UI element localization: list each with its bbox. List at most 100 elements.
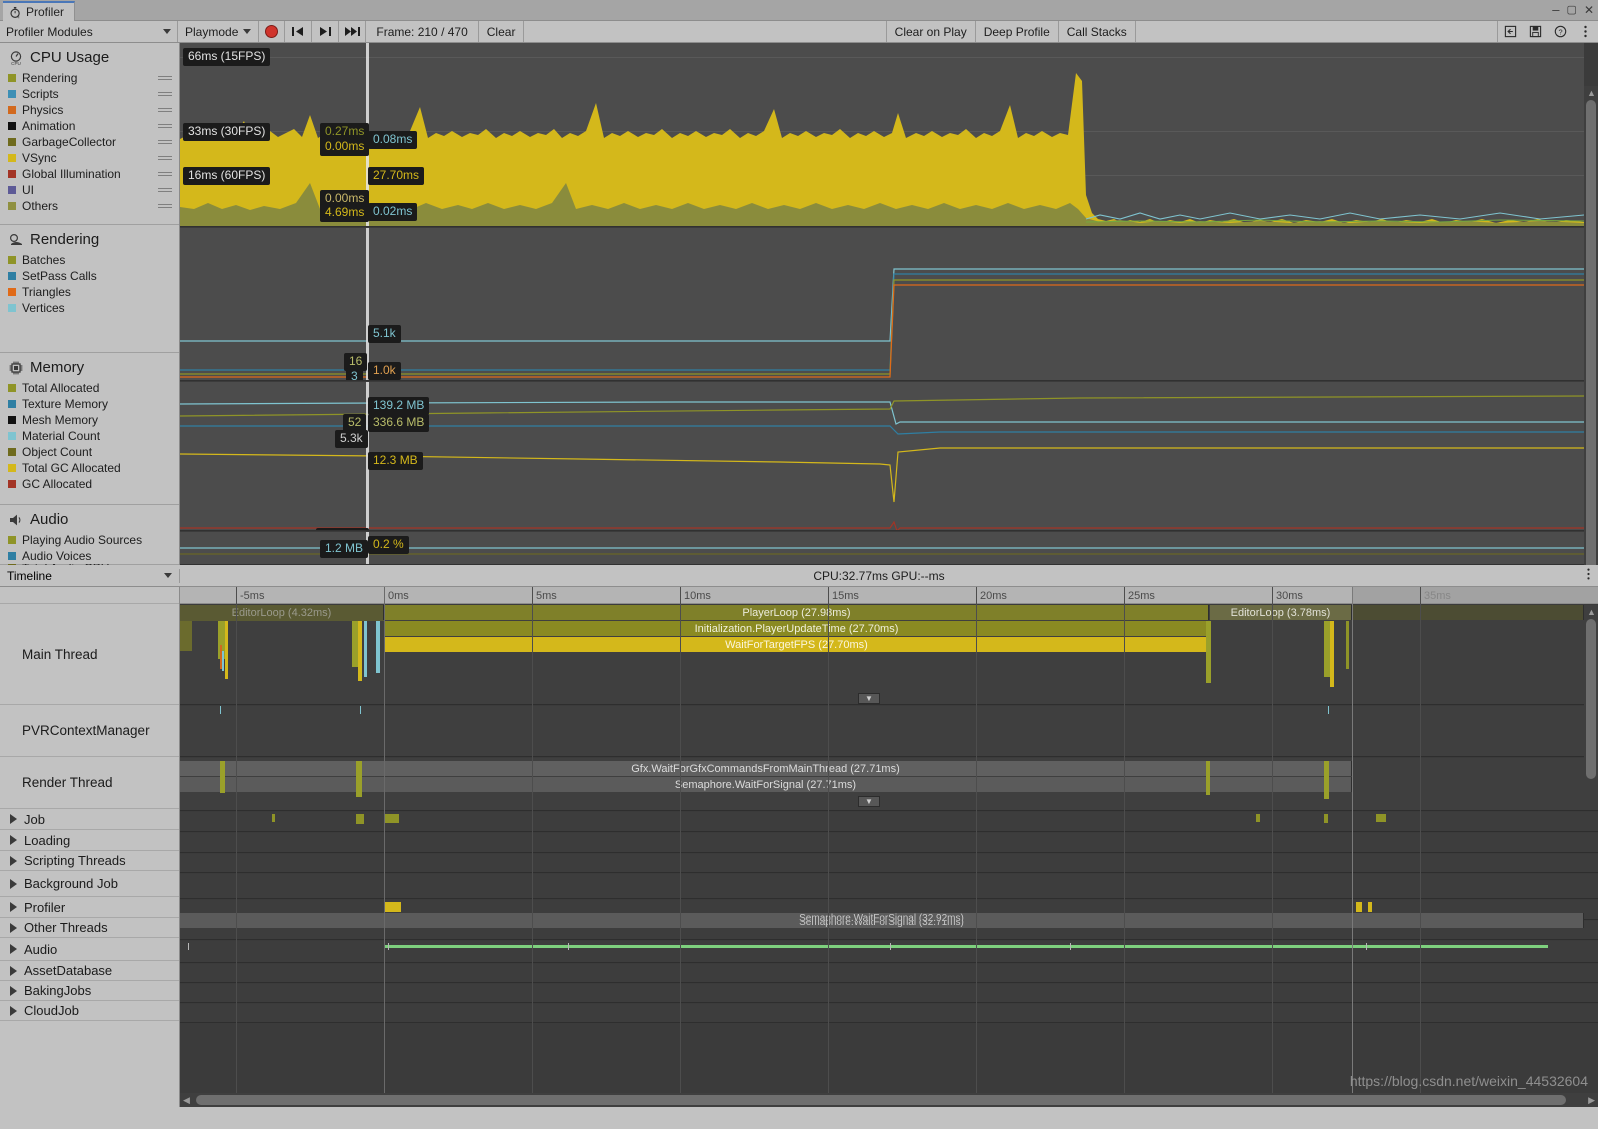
chart-graphs[interactable]: 66ms (15FPS) 33ms (30FPS) 16ms (60FPS) 0… xyxy=(180,43,1584,565)
thread-row-background-job[interactable]: Background Job xyxy=(0,871,179,897)
timeline-band-render-thread[interactable]: Gfx.WaitForGfxCommandsFromMainThread (27… xyxy=(180,758,1598,811)
module-header[interactable]: Audio xyxy=(0,505,179,532)
thread-row-audio[interactable]: Audio xyxy=(0,938,179,961)
legend-item-texture-memory[interactable]: Texture Memory xyxy=(0,396,179,412)
record-button[interactable] xyxy=(259,21,286,42)
drag-handle-icon[interactable] xyxy=(158,202,172,210)
legend-item-batches[interactable]: Batches xyxy=(0,252,179,268)
tab-profiler[interactable]: q Profiler xyxy=(3,1,76,21)
expand-triangle-icon[interactable] xyxy=(10,878,17,889)
scrollbar-thumb[interactable] xyxy=(1586,100,1596,580)
minimize-button[interactable]: – xyxy=(1552,2,1559,17)
scrollbar-thumb[interactable] xyxy=(196,1095,1566,1105)
legend-item-vsync[interactable]: VSync xyxy=(0,150,179,166)
timeline-band-background-job[interactable] xyxy=(180,874,1598,899)
thread-row-other-threads[interactable]: Other Threads xyxy=(0,918,179,938)
memory-graph[interactable]: 139.2 MB 52 336.6 MB 5.3k 12.3 MB 15.0 K… xyxy=(180,382,1584,531)
legend-item-total-gc-allocated[interactable]: Total GC Allocated xyxy=(0,460,179,476)
sample-editorloop-right[interactable]: EditorLoop (3.78ms) xyxy=(1210,605,1352,620)
audio-graph[interactable]: 1.2 MB 0.2 % xyxy=(180,532,1584,565)
call-stacks-toggle[interactable]: Call Stacks xyxy=(1059,21,1136,42)
timeline-view[interactable]: Main Thread PVRContextManager Render Thr… xyxy=(0,587,1598,1107)
module-header[interactable]: CPU CPU Usage xyxy=(0,43,179,70)
render-thread-expander[interactable]: ▼ xyxy=(858,796,880,807)
scroll-up-arrow-icon[interactable]: ▲ xyxy=(1587,607,1596,617)
main-thread-expander[interactable]: ▼ xyxy=(858,693,880,704)
legend-item-material-count[interactable]: Material Count xyxy=(0,428,179,444)
last-frame-button[interactable] xyxy=(339,21,367,42)
timeline-band-assetdatabase[interactable] xyxy=(180,964,1598,983)
save-profile-icon[interactable] xyxy=(1523,25,1548,38)
module-audio[interactable]: Audio Playing Audio Sources Audio Voices… xyxy=(0,505,179,565)
module-header[interactable]: Memory xyxy=(0,353,179,380)
thread-row-pvrcontextmanager[interactable]: PVRContextManager xyxy=(0,705,179,757)
deep-profile-toggle[interactable]: Deep Profile xyxy=(976,21,1059,42)
legend-item-rendering[interactable]: Rendering xyxy=(0,70,179,86)
scrollbar-thumb[interactable] xyxy=(1586,619,1596,779)
sample-initialization-playerupdatetime[interactable]: Initialization.PlayerUpdateTime (27.70ms… xyxy=(385,621,1209,636)
timeline-band-cloudjob[interactable] xyxy=(180,1004,1598,1023)
timeline-band-scripting-threads[interactable] xyxy=(180,854,1598,873)
sample-waitfortargetfps[interactable]: WaitForTargetFPS (27.70ms) xyxy=(385,637,1209,652)
next-frame-button[interactable] xyxy=(312,21,340,42)
scroll-right-arrow-icon[interactable]: ▶ xyxy=(1588,1095,1595,1106)
expand-triangle-icon[interactable] xyxy=(10,1005,17,1016)
timeline-band-loading[interactable] xyxy=(180,833,1598,853)
legend-item-vertices[interactable]: Vertices xyxy=(0,300,179,316)
legend-item-scripts[interactable]: Scripts xyxy=(0,86,179,102)
scroll-left-arrow-icon[interactable]: ◀ xyxy=(183,1095,190,1106)
legend-item-mesh-memory[interactable]: Mesh Memory xyxy=(0,412,179,428)
legend-item-setpass-calls[interactable]: SetPass Calls xyxy=(0,268,179,284)
timeline-view-dropdown[interactable]: Timeline xyxy=(0,568,180,583)
legend-item-global-illumination[interactable]: Global Illumination xyxy=(0,166,179,182)
expand-triangle-icon[interactable] xyxy=(10,835,17,845)
legend-item-ui[interactable]: UI xyxy=(0,182,179,198)
timeline-horizontal-scrollbar[interactable]: ◀ ▶ xyxy=(180,1093,1598,1107)
sample-editorloop-left[interactable]: EditorLoop (4.32ms) xyxy=(180,605,384,620)
module-cpu-usage[interactable]: CPU CPU Usage Rendering Scripts Physics … xyxy=(0,43,179,225)
timeline-ruler[interactable]: -5ms 0ms 5ms 10ms 15ms 20ms 25ms 30ms 35… xyxy=(180,587,1598,604)
module-rendering[interactable]: Rendering Batches SetPass Calls Triangle… xyxy=(0,225,179,353)
timeline-vertical-scrollbar[interactable]: ▲ xyxy=(1584,605,1598,795)
expand-triangle-icon[interactable] xyxy=(10,814,17,824)
playmode-dropdown[interactable]: Playmode xyxy=(178,21,260,42)
thread-row-loading[interactable]: Loading xyxy=(0,830,179,851)
scroll-up-arrow-icon[interactable]: ▲ xyxy=(1587,88,1596,98)
expand-triangle-icon[interactable] xyxy=(10,922,17,933)
drag-handle-icon[interactable] xyxy=(158,170,172,178)
legend-item-garbagecollector[interactable]: GarbageCollector xyxy=(0,134,179,150)
legend-item-gc-allocated[interactable]: GC Allocated xyxy=(0,476,179,492)
legend-item-others[interactable]: Others xyxy=(0,198,179,214)
drag-handle-icon[interactable] xyxy=(158,74,172,82)
legend-item-physics[interactable]: Physics xyxy=(0,102,179,118)
timeline-canvas[interactable]: -5ms 0ms 5ms 10ms 15ms 20ms 25ms 30ms 35… xyxy=(180,587,1598,1107)
charts-vertical-scrollbar[interactable]: ▲ ▼ xyxy=(1584,86,1598,608)
clear-button[interactable]: Clear xyxy=(479,21,525,42)
module-list[interactable]: CPU CPU Usage Rendering Scripts Physics … xyxy=(0,43,180,565)
legend-item-playing-audio-sources[interactable]: Playing Audio Sources xyxy=(0,532,179,548)
thread-row-job[interactable]: Job xyxy=(0,809,179,830)
first-frame-button[interactable] xyxy=(285,21,313,42)
drag-handle-icon[interactable] xyxy=(158,138,172,146)
drag-handle-icon[interactable] xyxy=(158,106,172,114)
sample-playerloop[interactable]: PlayerLoop (27.98ms) xyxy=(385,605,1209,620)
expand-triangle-icon[interactable] xyxy=(10,944,17,954)
drag-handle-icon[interactable] xyxy=(158,186,172,194)
rendering-graph[interactable]: 5.1k 16 3 1.0k xyxy=(180,228,1584,381)
timeline-band-bakingjobs[interactable] xyxy=(180,984,1598,1003)
expand-triangle-icon[interactable] xyxy=(10,902,17,912)
legend-item-object-count[interactable]: Object Count xyxy=(0,444,179,460)
maximize-button[interactable]: ▢ xyxy=(1567,3,1577,16)
close-button[interactable]: ✕ xyxy=(1584,3,1594,17)
thread-row-bakingjobs[interactable]: BakingJobs xyxy=(0,981,179,1001)
expand-triangle-icon[interactable] xyxy=(10,965,17,976)
sample-semaphore-waitforsignal-profiler-2[interactable]: Semaphore.WaitForSignal (32.71ms) xyxy=(180,921,1584,928)
thread-row-render-thread[interactable]: Render Thread xyxy=(0,757,179,809)
profiler-modules-dropdown[interactable]: Profiler Modules xyxy=(0,21,178,42)
drag-handle-icon[interactable] xyxy=(158,90,172,98)
legend-item-audio-voices[interactable]: Audio Voices xyxy=(0,548,179,564)
drag-handle-icon[interactable] xyxy=(158,122,172,130)
expand-triangle-icon[interactable] xyxy=(10,985,17,996)
module-header[interactable]: Rendering xyxy=(0,225,179,252)
thread-row-profiler[interactable]: Profiler xyxy=(0,897,179,918)
